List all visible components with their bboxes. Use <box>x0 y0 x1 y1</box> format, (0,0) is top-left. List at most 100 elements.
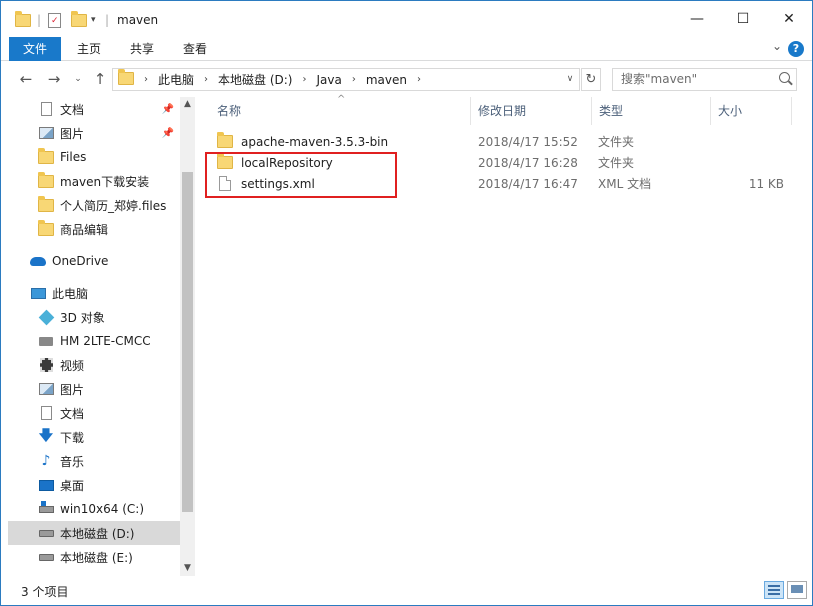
phone-icon <box>38 333 54 349</box>
folder-icon <box>38 147 54 165</box>
computer-icon <box>30 285 46 301</box>
large-icons-view-icon[interactable] <box>787 581 807 599</box>
address-bar[interactable]: › 此电脑 › 本地磁盘 (D:) › Java › maven › ∨ <box>112 68 580 91</box>
nav-item-product-edit[interactable]: 商品编辑 <box>8 217 180 241</box>
status-bar: 3 个项目 <box>1 576 812 605</box>
nav-item-label: 视频 <box>60 358 85 373</box>
search-input[interactable]: 搜索"maven" <box>612 68 797 91</box>
details-view-icon[interactable] <box>764 581 784 599</box>
file-type: XML 文档 <box>598 177 652 191</box>
nav-item-drive-e[interactable]: 本地磁盘 (E:) <box>8 545 180 569</box>
nav-item-label: 商品编辑 <box>60 222 109 237</box>
folder-icon <box>38 195 54 213</box>
title-bar: | ✓ ▾ | maven — ☐ ✕ <box>1 1 812 37</box>
close-button[interactable]: ✕ <box>766 1 812 37</box>
pin-icon[interactable]: 📌 <box>162 104 174 115</box>
properties-icon[interactable]: ✓ <box>48 11 61 29</box>
download-icon: 🡇 <box>38 428 54 444</box>
nav-item-label: win10x64 (C:) <box>60 502 144 516</box>
refresh-icon[interactable]: ↻ <box>581 68 601 91</box>
file-type: 文件夹 <box>598 135 635 149</box>
document-icon <box>38 405 54 421</box>
breadcrumb-java[interactable]: Java <box>316 73 341 87</box>
folder-icon <box>217 132 233 150</box>
scroll-up-icon[interactable]: ▲ <box>180 97 195 112</box>
nav-item-maven-download[interactable]: maven下载安装 <box>8 169 180 193</box>
nav-item-desktop[interactable]: 桌面 <box>8 473 180 497</box>
crumb-separator[interactable]: › <box>417 74 421 85</box>
nav-item-files[interactable]: Files <box>8 145 180 169</box>
scrollbar-thumb[interactable] <box>182 172 193 512</box>
file-row[interactable]: apache-maven-3.5.3-bin 2018/4/17 15:52 文… <box>210 131 804 152</box>
navigation-pane: 文档 📌 图片 📌 Files maven下载安装 个人简历_郑婷.files … <box>8 97 180 576</box>
breadcrumb-maven[interactable]: maven <box>366 73 407 87</box>
search-icon[interactable] <box>779 72 790 83</box>
column-header-type[interactable]: 类型 <box>592 97 710 125</box>
nav-item-label: HM 2LTE-CMCC <box>60 334 151 348</box>
nav-item-downloads[interactable]: 🡇 下载 <box>8 425 180 449</box>
crumb-separator[interactable]: › <box>144 74 148 85</box>
nav-item-label: OneDrive <box>52 254 109 268</box>
navigation-scrollbar[interactable]: ▲ ▼ <box>180 97 195 576</box>
nav-item-drive-c[interactable]: win10x64 (C:) <box>8 497 180 521</box>
nav-item-music[interactable]: ♪ 音乐 <box>8 449 180 473</box>
folder-icon <box>38 171 54 189</box>
nav-item-3d-objects[interactable]: 3D 对象 <box>8 305 180 329</box>
tab-home[interactable]: 主页 <box>67 37 111 61</box>
address-dropdown-icon[interactable]: ∨ <box>561 69 579 90</box>
up-arrow-icon[interactable]: ↑ <box>89 68 111 90</box>
tab-file[interactable]: 文件 <box>9 37 61 61</box>
highlight-box <box>205 152 397 198</box>
column-divider[interactable] <box>791 97 792 125</box>
breadcrumb-this-pc[interactable]: 此电脑 <box>158 71 194 88</box>
column-header-size[interactable]: 大小 <box>711 97 791 125</box>
minimize-button[interactable]: — <box>674 1 720 37</box>
nav-item-drive-d[interactable]: 本地磁盘 (D:) <box>8 521 180 545</box>
nav-item-label: Files <box>60 150 87 164</box>
nav-item-label: 桌面 <box>60 478 85 493</box>
file-date: 2018/4/17 16:47 <box>478 176 578 191</box>
quick-access-folder-icon[interactable] <box>15 10 31 29</box>
forward-arrow-icon[interactable]: → <box>43 68 65 90</box>
breadcrumb-drive-d[interactable]: 本地磁盘 (D:) <box>218 71 292 88</box>
desktop-icon <box>38 477 54 493</box>
drive-icon <box>38 525 54 541</box>
nav-item-onedrive[interactable]: OneDrive <box>8 249 180 273</box>
nav-item-pictures-pinned[interactable]: 图片 📌 <box>8 121 180 145</box>
nav-item-label: 文档 <box>60 102 85 117</box>
pin-icon[interactable]: 📌 <box>162 128 174 139</box>
crumb-separator[interactable]: › <box>204 74 208 85</box>
nav-item-resume-files[interactable]: 个人简历_郑婷.files <box>8 193 180 217</box>
nav-item-label: 图片 <box>60 382 85 397</box>
nav-item-this-pc[interactable]: 此电脑 <box>8 281 180 305</box>
drive-icon <box>38 549 54 565</box>
nav-item-phone[interactable]: HM 2LTE-CMCC <box>8 329 180 353</box>
help-icon[interactable]: ? <box>788 41 804 57</box>
nav-item-pictures[interactable]: 图片 <box>8 377 180 401</box>
nav-item-label: 个人简历_郑婷.files <box>60 198 167 213</box>
expand-ribbon-icon[interactable]: ⌄ <box>772 39 782 53</box>
recent-locations-icon[interactable]: ⌄ <box>67 68 89 90</box>
tab-view[interactable]: 查看 <box>173 37 217 61</box>
nav-item-documents-pinned[interactable]: 文档 📌 <box>8 97 180 121</box>
new-folder-icon[interactable] <box>71 10 87 29</box>
column-header-name[interactable]: 名称 <box>210 97 470 125</box>
window-title: maven <box>117 13 159 27</box>
nav-item-videos[interactable]: 视频 <box>8 353 180 377</box>
video-icon <box>38 357 54 373</box>
maximize-button[interactable]: ☐ <box>720 1 766 37</box>
nav-item-label: 此电脑 <box>52 286 89 301</box>
back-arrow-icon[interactable]: ← <box>15 68 37 90</box>
file-name: apache-maven-3.5.3-bin <box>241 134 389 149</box>
nav-item-label: 图片 <box>60 126 85 141</box>
nav-item-documents[interactable]: 文档 <box>8 401 180 425</box>
nav-item-label: maven下载安装 <box>60 174 150 189</box>
tab-share[interactable]: 共享 <box>120 37 164 61</box>
crumb-separator[interactable]: › <box>302 74 306 85</box>
music-icon: ♪ <box>41 453 51 469</box>
crumb-separator[interactable]: › <box>352 74 356 85</box>
column-header-date[interactable]: 修改日期 <box>471 97 591 125</box>
scroll-down-icon[interactable]: ▼ <box>180 561 195 576</box>
customize-toolbar-icon[interactable]: ▾ <box>91 11 96 29</box>
folder-icon <box>38 219 54 237</box>
